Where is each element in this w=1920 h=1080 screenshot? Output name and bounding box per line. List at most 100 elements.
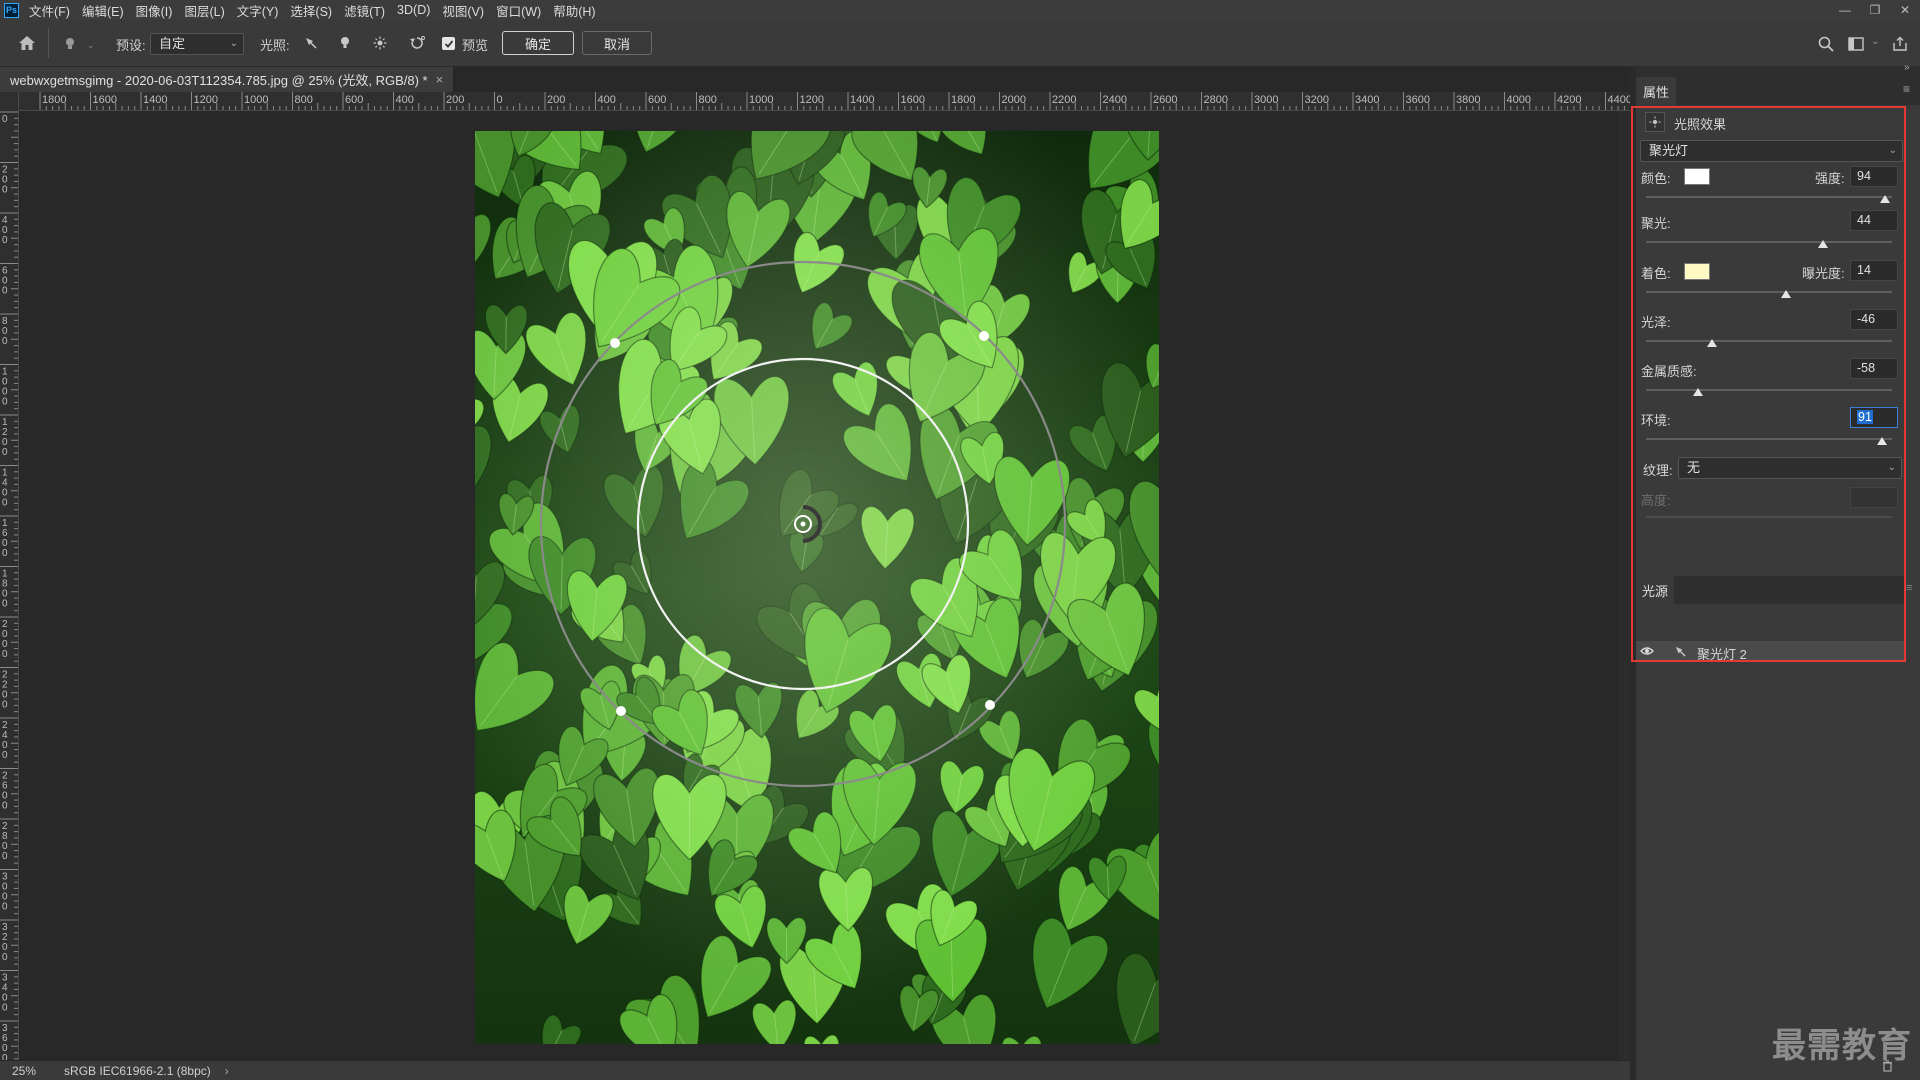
metallic-input[interactable]: -58 — [1850, 358, 1898, 379]
menu-window[interactable]: 窗口(W) — [496, 1, 541, 20]
ruler-label: 1600 — [2, 518, 8, 559]
restore-button[interactable]: ❐ — [1860, 0, 1890, 20]
hotspot-slider-track[interactable] — [1646, 241, 1892, 243]
menu-image[interactable]: 图像(I) — [136, 1, 173, 20]
lights-menu-icon[interactable]: ≡ — [1906, 582, 1912, 594]
ruler-label: 2400 — [1103, 94, 1127, 106]
exposure-slider-thumb[interactable] — [1781, 290, 1792, 298]
zoom-level[interactable]: 25% — [12, 1064, 36, 1078]
gloss-slider-thumb[interactable] — [1707, 339, 1718, 347]
menu-edit[interactable]: 编辑(E) — [82, 1, 124, 20]
ruler-label: 2800 — [1204, 94, 1228, 106]
ruler-label: 4000 — [1507, 94, 1531, 106]
ruler-label: 200 — [446, 94, 464, 106]
intensity-input[interactable]: 94 — [1850, 166, 1898, 187]
spotlight-handle[interactable] — [610, 338, 620, 348]
menu-select[interactable]: 选择(S) — [290, 1, 332, 20]
ruler-label: 400 — [598, 94, 616, 106]
intensity-slider-track[interactable] — [1646, 196, 1892, 198]
exposure-slider-track[interactable] — [1646, 291, 1892, 293]
panel-menu-icon[interactable]: ≡ — [1903, 82, 1910, 96]
menu-file[interactable]: 文件(F) — [29, 1, 70, 20]
ruler-label: 200 — [547, 94, 565, 106]
ruler-label: 1200 — [194, 94, 218, 106]
window-controls: — ❐ ✕ — [1830, 0, 1920, 20]
close-tab-icon[interactable]: × — [436, 72, 444, 87]
ruler-label: 600 — [648, 94, 666, 106]
menu-layer[interactable]: 图层(L) — [184, 1, 224, 20]
cancel-button[interactable]: 取消 — [582, 31, 652, 55]
ruler-label: 4200 — [1557, 94, 1581, 106]
spot-light-icon[interactable] — [302, 34, 320, 52]
search-icon[interactable] — [1816, 34, 1836, 54]
ruler-label: 1600 — [93, 94, 117, 106]
light-type-dropdown[interactable]: 聚光灯 ⌄ — [1640, 140, 1903, 162]
home-icon[interactable] — [16, 32, 38, 54]
trash-icon[interactable] — [1880, 1058, 1894, 1074]
menu-filter[interactable]: 滤镜(T) — [344, 1, 385, 20]
ambience-slider-thumb[interactable] — [1877, 437, 1888, 445]
menu-3d[interactable]: 3D(D) — [397, 3, 430, 17]
ruler-label: 2800 — [2, 821, 8, 862]
ruler-label: 3600 — [1406, 94, 1430, 106]
vertical-ruler: 0 200 400 600 800 1000 1200 1400 1600 1800 2000 220… — [0, 92, 19, 1060]
exposure-input[interactable]: 14 — [1850, 260, 1898, 281]
tab-lights[interactable]: 光源 — [1636, 576, 1674, 604]
height-slider-track — [1646, 516, 1892, 518]
point-light-icon[interactable] — [336, 34, 354, 52]
workspace-chevron-icon[interactable]: ⌄ — [1871, 36, 1879, 47]
tint-label: 着色: — [1641, 266, 1671, 281]
metallic-slider-track[interactable] — [1646, 389, 1892, 391]
ruler-label: 2200 — [1052, 94, 1076, 106]
lights-header — [1636, 576, 1906, 604]
spotlight-handle[interactable] — [985, 700, 995, 710]
vertical-ruler-ticks: 0 2 0 0 4 0 0 6 0 0 8 0 0 1 0 0 0 1 2 0 0 1 4 0 0 1 6 0 0 1 8 0 0 2 0 0 0 2 2 0… — [0, 111, 18, 1060]
tab-properties[interactable]: 属性 — [1636, 77, 1676, 105]
ruler-label: 3800 — [1456, 94, 1480, 106]
texture-dropdown[interactable]: 无 ⌄ — [1678, 457, 1902, 479]
hotspot-label: 聚光: — [1641, 216, 1671, 231]
document-tab[interactable]: webwxgetmsgimg - 2020-06-03T112354.785.j… — [0, 67, 455, 92]
ruler-label: 1200 — [2, 417, 8, 458]
share-icon[interactable] — [1890, 34, 1910, 54]
ruler-label: 3600 — [2, 1023, 8, 1060]
gloss-slider-track[interactable] — [1646, 340, 1892, 342]
status-menu-arrow-icon[interactable]: › — [225, 1064, 229, 1078]
workspace-icon[interactable] — [1846, 34, 1866, 54]
menu-help[interactable]: 帮助(H) — [553, 1, 595, 20]
reset-icon[interactable] — [406, 33, 428, 53]
infinite-light-icon[interactable] — [371, 34, 389, 52]
ambience-slider-track[interactable] — [1646, 438, 1892, 440]
lighting-tool-icon[interactable] — [60, 34, 80, 54]
ruler-label: 400 — [396, 94, 414, 106]
menu-type[interactable]: 文字(Y) — [237, 1, 279, 20]
menu-bar: Ps 文件(F) 编辑(E) 图像(I) 图层(L) 文字(Y) 选择(S) 滤… — [0, 0, 1920, 20]
visibility-eye-icon[interactable] — [1639, 643, 1655, 659]
gloss-input[interactable]: -46 — [1850, 309, 1898, 330]
ambience-input[interactable]: 91 — [1850, 407, 1898, 428]
collapse-panel-icon[interactable]: » — [1904, 62, 1910, 73]
menu-view[interactable]: 视图(V) — [442, 1, 484, 20]
preview-checkbox[interactable] — [442, 37, 455, 50]
minimize-button[interactable]: — — [1830, 0, 1860, 20]
spotlight-handle[interactable] — [616, 706, 626, 716]
color-swatch[interactable] — [1684, 168, 1710, 185]
spotlight-handle[interactable] — [979, 331, 989, 341]
ruler-label: 3000 — [2, 872, 8, 913]
tint-swatch[interactable] — [1684, 263, 1710, 280]
intensity-slider-thumb[interactable] — [1879, 195, 1890, 203]
document-image[interactable] — [475, 131, 1159, 1044]
chevron-down-icon: ⌄ — [229, 38, 238, 49]
preset-value: 自定 — [159, 36, 186, 51]
hotspot-slider-thumb[interactable] — [1818, 240, 1829, 248]
ok-button[interactable]: 确定 — [502, 31, 574, 55]
ruler-label: 2200 — [2, 670, 8, 711]
metallic-label: 金属质感: — [1641, 364, 1697, 379]
ruler-label: 0 — [497, 94, 503, 106]
tool-preset-arrow-icon[interactable]: ⌄ — [87, 40, 95, 51]
metallic-slider-thumb[interactable] — [1692, 388, 1703, 396]
close-button[interactable]: ✕ — [1890, 0, 1920, 20]
vertical-scrollbar[interactable] — [1618, 111, 1630, 1060]
hotspot-input[interactable]: 44 — [1850, 210, 1898, 231]
preset-dropdown[interactable]: 自定 ⌄ — [150, 33, 244, 55]
